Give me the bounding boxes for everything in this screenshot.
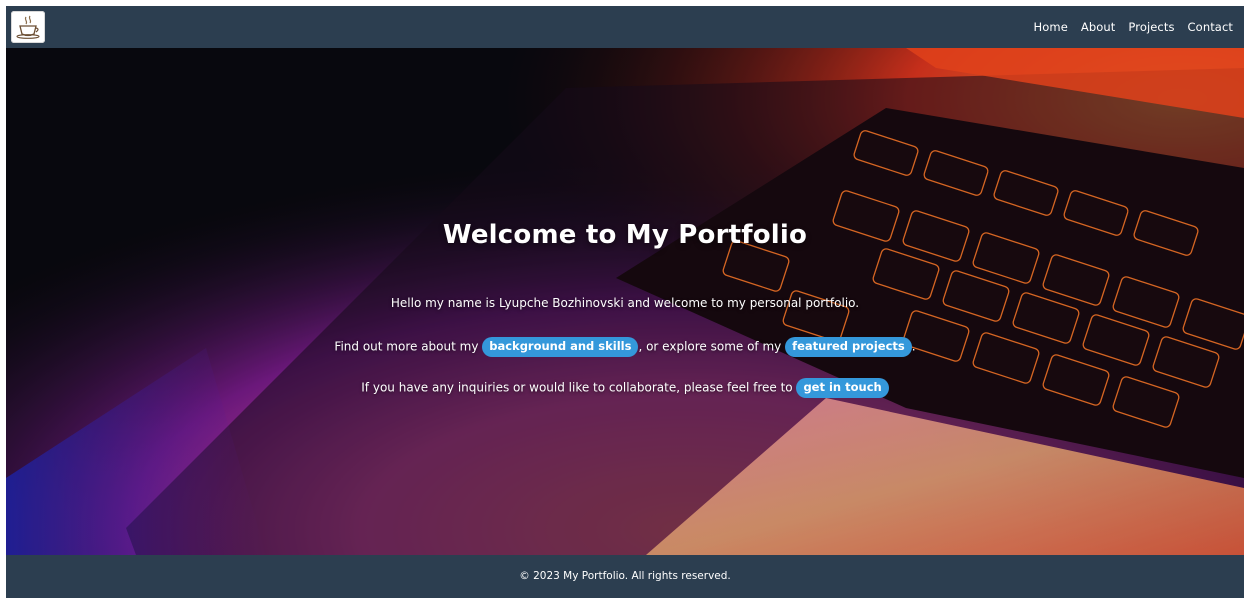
hero-title: Welcome to My Portfolio [442,220,808,250]
navbar: Home About Projects Contact [6,6,1244,48]
main-nav: Home About Projects Contact [1034,6,1233,48]
nav-projects-link[interactable]: Projects [1128,20,1174,34]
hero-line2-before: Find out more about my [334,339,483,354]
get-in-touch-link[interactable]: get in touch [796,378,889,398]
nav-about-link[interactable]: About [1081,20,1116,34]
hero-line2-after: . [911,339,916,354]
hero-section: Welcome to My Portfolio Hello my name is… [6,48,1244,555]
hero-content: Welcome to My Portfolio Hello my name is… [6,48,1244,555]
footer-copyright: © 2023 My Portfolio. All rights reserved… [519,570,731,582]
background-and-skills-link[interactable]: background and skills [482,337,639,357]
nav-contact-link[interactable]: Contact [1188,20,1233,34]
coffee-cup-logo-icon[interactable] [11,11,45,43]
hero-line-skills-projects: Find out more about my background and sk… [6,337,1244,357]
nav-home-link[interactable]: Home [1034,20,1068,34]
hero-line3-before: If you have any inquiries or would like … [361,380,797,395]
hero-line-contact: If you have any inquiries or would like … [6,378,1244,398]
hero-intro-text: Hello my name is Lyupche Bozhinovski and… [390,296,860,310]
footer: © 2023 My Portfolio. All rights reserved… [6,555,1244,598]
hero-line2-middle: , or explore some of my [638,339,786,354]
featured-projects-link[interactable]: featured projects [785,337,912,357]
page-frame: Home About Projects Contact Welcome to M… [6,6,1244,598]
